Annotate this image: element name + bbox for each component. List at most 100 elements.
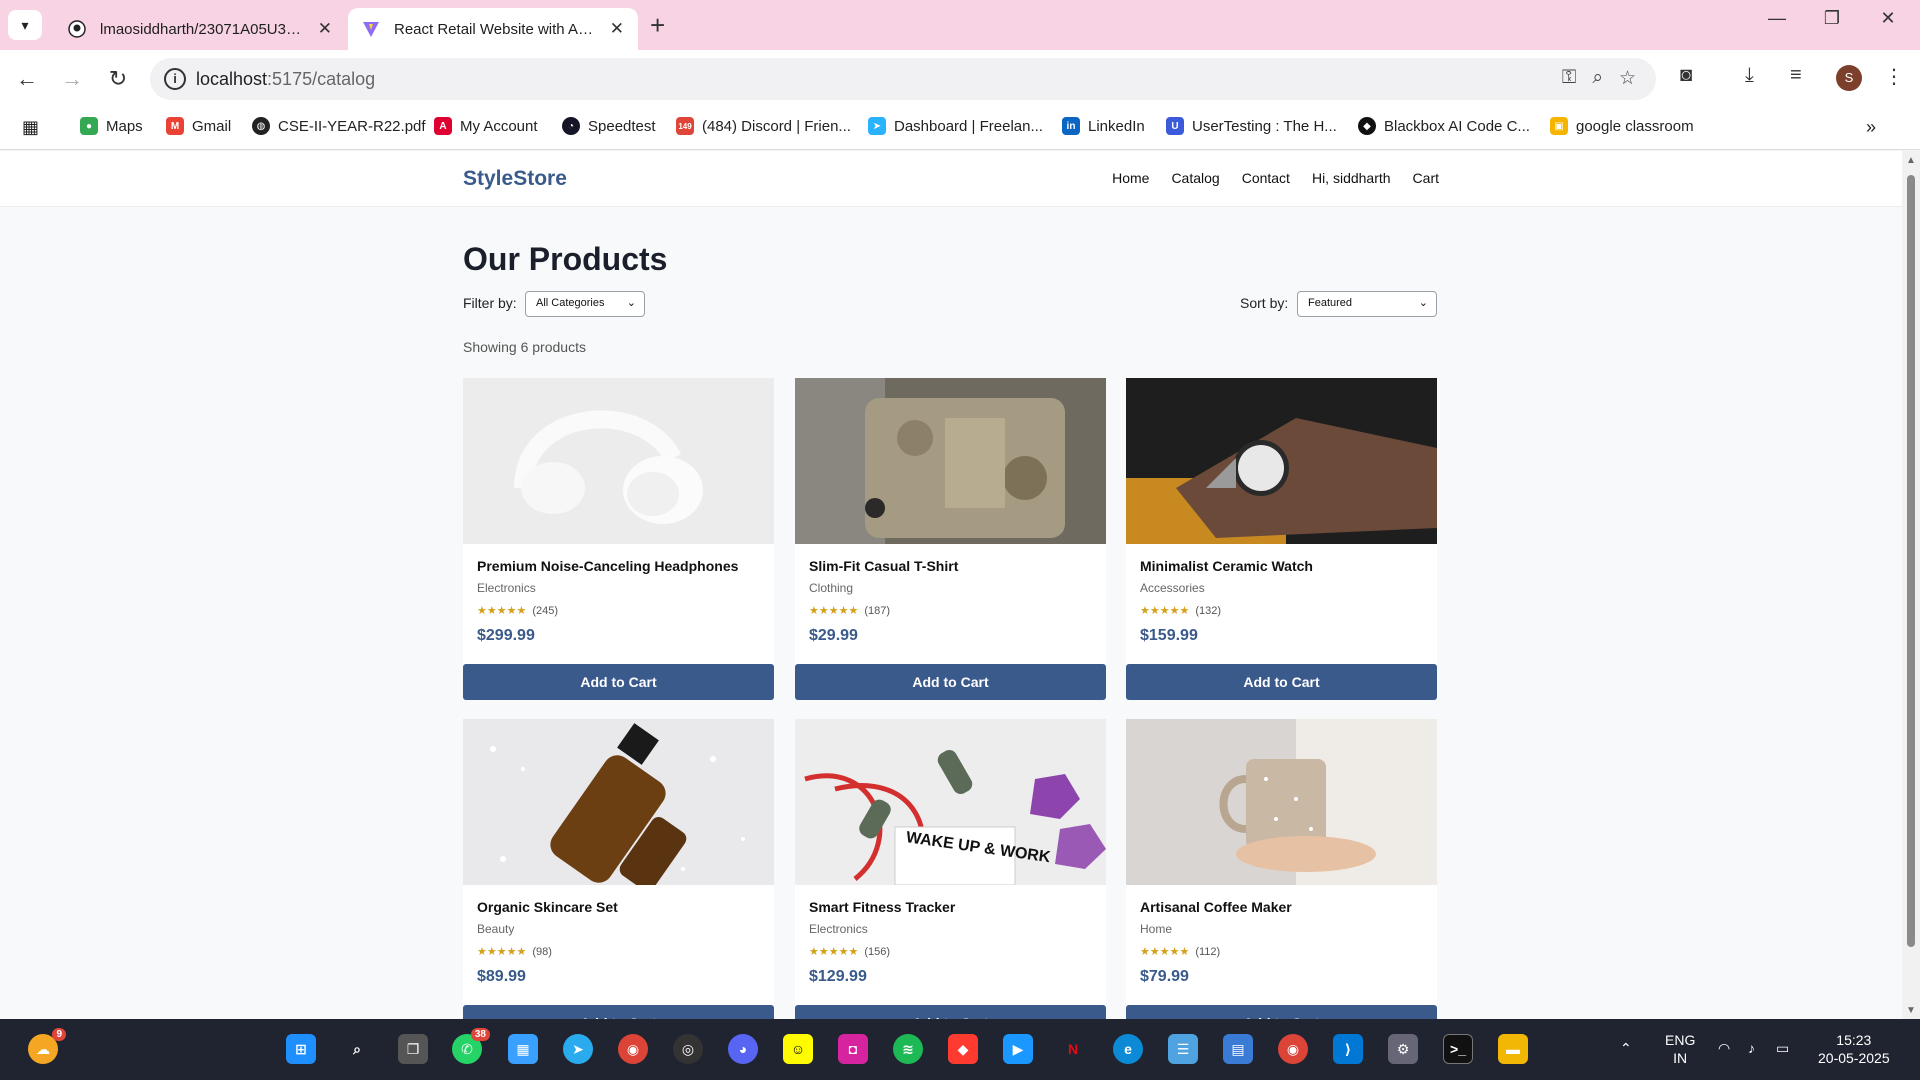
reload-icon[interactable]: ↻ <box>103 64 133 94</box>
bookmark-usertesting[interactable]: U UserTesting : The H... <box>1166 117 1337 135</box>
windows-start-icon[interactable]: ⊞ <box>286 1034 316 1064</box>
new-tab-plus-icon[interactable]: + <box>650 10 665 40</box>
bookmark-blackbox[interactable]: ◆ Blackbox AI Code C... <box>1358 117 1530 135</box>
review-count: (156) <box>864 946 890 958</box>
site-brand-logo[interactable]: StyleStore <box>463 167 567 191</box>
product-image-fitness[interactable]: WAKE UP & WORK <box>795 719 1106 885</box>
nav-cart[interactable]: Cart <box>1413 170 1439 186</box>
kebab-menu-icon[interactable]: ⋮ <box>1884 64 1904 89</box>
back-arrow-icon[interactable]: ← <box>12 64 42 94</box>
microsoft-store-icon[interactable]: ▦ <box>508 1034 538 1064</box>
product-name[interactable]: Organic Skincare Set <box>477 899 760 915</box>
file-explorer-icon[interactable]: ▬ <box>1498 1034 1528 1064</box>
category-filter-select[interactable]: All Categories ⌄ <box>525 291 645 317</box>
github-desktop-icon[interactable]: ◎ <box>673 1034 703 1064</box>
bookmark-discord[interactable]: 149 (484) Discord | Frien... <box>676 117 851 135</box>
add-to-cart-button[interactable]: Add to Cart <box>795 664 1106 700</box>
scrollbar-thumb[interactable] <box>1907 175 1915 947</box>
snapchat-icon[interactable]: ☺ <box>783 1034 813 1064</box>
nav-home[interactable]: Home <box>1112 170 1149 186</box>
download-icon[interactable]: ⤓ <box>1745 64 1754 87</box>
site-info-icon[interactable]: i <box>164 68 186 90</box>
chrome-icon[interactable]: ◉ <box>618 1034 648 1064</box>
screenshot-icon[interactable]: ◙ <box>1680 64 1692 87</box>
bookmark-linkedin[interactable]: in LinkedIn <box>1062 117 1145 135</box>
whatsapp-badge: 38 <box>470 1028 490 1041</box>
tab-github[interactable]: lmaosiddharth/23071A05U3_Re ✕ <box>54 8 346 50</box>
add-to-cart-button[interactable]: Add to Cart <box>1126 664 1437 700</box>
terminal-icon[interactable]: >_ <box>1443 1034 1473 1064</box>
nav-user-greeting[interactable]: Hi, siddharth <box>1312 170 1391 186</box>
product-name[interactable]: Premium Noise-Canceling Headphones <box>477 558 760 574</box>
product-name[interactable]: Slim-Fit Casual T-Shirt <box>809 558 1092 574</box>
volume-icon[interactable]: ♪ <box>1748 1039 1755 1057</box>
settings-gear-icon[interactable]: ⚙ <box>1388 1034 1418 1064</box>
restore-icon[interactable]: ❐ <box>1812 8 1852 29</box>
page-scrollbar[interactable]: ▲ ▼ <box>1902 151 1920 1019</box>
close-tab-icon[interactable]: ✕ <box>318 19 332 39</box>
discord-app-icon[interactable]: ◕ <box>728 1034 758 1064</box>
close-tab-icon[interactable]: ✕ <box>610 19 624 39</box>
tab-react-retail[interactable]: React Retail Website with Authe ✕ <box>348 8 638 50</box>
tab-search-chevron-icon[interactable]: ▾ <box>8 10 42 40</box>
spotify-icon[interactable]: ≋ <box>893 1034 923 1064</box>
prime-video-icon[interactable]: ▶ <box>1003 1034 1033 1064</box>
nav-catalog[interactable]: Catalog <box>1171 170 1219 186</box>
search-icon[interactable]: ⌕ <box>342 1034 372 1064</box>
minimize-icon[interactable]: — <box>1757 8 1797 29</box>
tray-chevron-up-icon[interactable]: ⌃ <box>1620 1039 1632 1057</box>
control-panel-icon[interactable]: ▤ <box>1223 1034 1253 1064</box>
weather-icon[interactable]: ☁ 9 <box>28 1028 66 1064</box>
bookmark-star-icon[interactable]: ☆ <box>1619 67 1636 90</box>
bookmark-cse-pdf[interactable]: ◍ CSE-II-YEAR-R22.pdf <box>252 117 426 135</box>
add-to-cart-button[interactable]: Add to Cart <box>463 664 774 700</box>
password-key-icon[interactable]: ⚿ <box>1562 67 1576 90</box>
product-image-skincare[interactable] <box>463 719 774 885</box>
instagram-icon[interactable]: ◘ <box>838 1034 868 1064</box>
product-category: Accessories <box>1140 581 1205 595</box>
product-name[interactable]: Minimalist Ceramic Watch <box>1140 558 1423 574</box>
product-image-headphones[interactable] <box>463 378 774 544</box>
apps-grid-icon[interactable]: ▦ <box>22 117 39 138</box>
product-image-watch[interactable] <box>1126 378 1437 544</box>
product-image-coffee[interactable] <box>1126 719 1437 885</box>
product-name[interactable]: Smart Fitness Tracker <box>809 899 1092 915</box>
zoom-icon[interactable]: ⌕ <box>1592 67 1603 90</box>
edge-icon[interactable]: e <box>1113 1034 1143 1064</box>
nav-contact[interactable]: Contact <box>1242 170 1290 186</box>
bookmark-classroom[interactable]: ▣ google classroom <box>1550 117 1694 135</box>
battery-icon[interactable]: ▭ <box>1776 1039 1789 1057</box>
bookmark-gmail[interactable]: M Gmail <box>166 117 231 135</box>
clock[interactable]: 15:23 20-05-2025 <box>1818 1031 1890 1067</box>
product-image-tshirt[interactable] <box>795 378 1106 544</box>
bookmark-maps[interactable]: ● Maps <box>80 117 143 135</box>
bookmark-speedtest[interactable]: ◔ Speedtest <box>562 117 656 135</box>
add-to-cart-button[interactable]: Add to Cart <box>463 1005 774 1019</box>
anydesk-icon[interactable]: ◆ <box>948 1034 978 1064</box>
media-control-icon[interactable]: ≡ <box>1790 64 1802 87</box>
profile-avatar[interactable]: S <box>1836 65 1862 91</box>
more-bookmarks-icon[interactable]: » <box>1866 117 1876 138</box>
add-to-cart-button[interactable]: Add to Cart <box>795 1005 1106 1019</box>
bookmark-freelancer[interactable]: ➤ Dashboard | Freelan... <box>868 117 1043 135</box>
task-view-icon[interactable]: ❐ <box>398 1034 428 1064</box>
scroll-down-arrow-icon[interactable]: ▼ <box>1906 1005 1916 1016</box>
chrome-active-icon[interactable]: ◉ <box>1278 1034 1308 1064</box>
notepad-icon[interactable]: ☰ <box>1168 1034 1198 1064</box>
product-price: $29.99 <box>809 627 858 644</box>
sort-select[interactable]: Featured ⌄ <box>1297 291 1437 317</box>
close-window-icon[interactable]: ✕ <box>1868 8 1908 29</box>
wifi-icon[interactable]: ◠ <box>1718 1039 1730 1057</box>
telegram-icon[interactable]: ➤ <box>563 1034 593 1064</box>
netflix-icon[interactable]: N <box>1058 1034 1088 1064</box>
add-to-cart-button[interactable]: Add to Cart <box>1126 1005 1437 1019</box>
language-indicator[interactable]: ENG IN <box>1665 1031 1695 1067</box>
address-bar[interactable]: i localhost:5175/catalog ⚿ ⌕ ☆ <box>150 58 1656 100</box>
product-name[interactable]: Artisanal Coffee Maker <box>1140 899 1423 915</box>
whatsapp-icon[interactable]: ✆ 38 <box>452 1028 490 1064</box>
browser-tabstrip: ▾ lmaosiddharth/23071A05U3_Re ✕ React Re… <box>0 0 1920 50</box>
vscode-icon[interactable]: ⟩ <box>1333 1034 1363 1064</box>
forward-arrow-icon[interactable]: → <box>57 64 87 94</box>
scroll-up-arrow-icon[interactable]: ▲ <box>1906 155 1916 166</box>
bookmark-my-account[interactable]: A My Account <box>434 117 538 135</box>
